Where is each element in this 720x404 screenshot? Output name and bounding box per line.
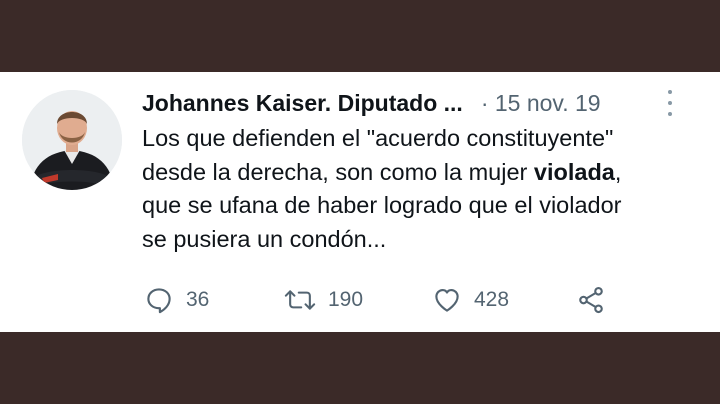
tweet-bold-word: violada [533,158,615,185]
tweet-line-4: se pusiera un condón... [142,225,387,252]
reply-icon [144,285,174,315]
tweet-actions: 36 190 428 [142,280,662,320]
tweet-text: Los que defienden el "acuerdo constituye… [142,122,712,256]
bottom-dark-band [0,332,720,404]
avatar[interactable] [22,90,122,190]
tweet-line-3: que se ufana de haber logrado que el vio… [142,192,622,218]
share-button[interactable] [576,280,606,320]
author-name[interactable]: Johannes Kaiser. Diputado ... [142,90,463,117]
heart-icon [432,285,462,315]
tweet-card[interactable]: Johannes Kaiser. Diputado ... · 15 nov. … [0,72,720,332]
retweet-count: 190 [328,288,364,311]
tweet-header: Johannes Kaiser. Diputado ... · 15 nov. … [142,86,702,120]
like-button[interactable]: 428 [432,280,509,320]
reply-button[interactable]: 36 [144,280,209,320]
retweet-button[interactable]: 190 [284,280,363,320]
top-dark-band [0,0,720,72]
tweet-line-2: desde la derecha, son como la mujer viol… [142,156,712,190]
reply-count: 36 [186,288,210,311]
tweet-line-2-text: desde la derecha, son como la mujer [142,158,534,185]
more-options-icon[interactable] [664,90,676,116]
meta-separator: · [480,89,489,116]
tweet-date[interactable]: 15 nov. 19 [495,90,601,116]
tweet-line-1: Los que defienden el "acuerdo constituye… [142,125,614,151]
share-icon [576,285,606,315]
tweet-line-2-punct: , [614,158,622,185]
retweet-icon [284,285,316,315]
like-count: 428 [474,288,510,311]
tweet-meta: · 15 nov. 19 [481,90,601,117]
